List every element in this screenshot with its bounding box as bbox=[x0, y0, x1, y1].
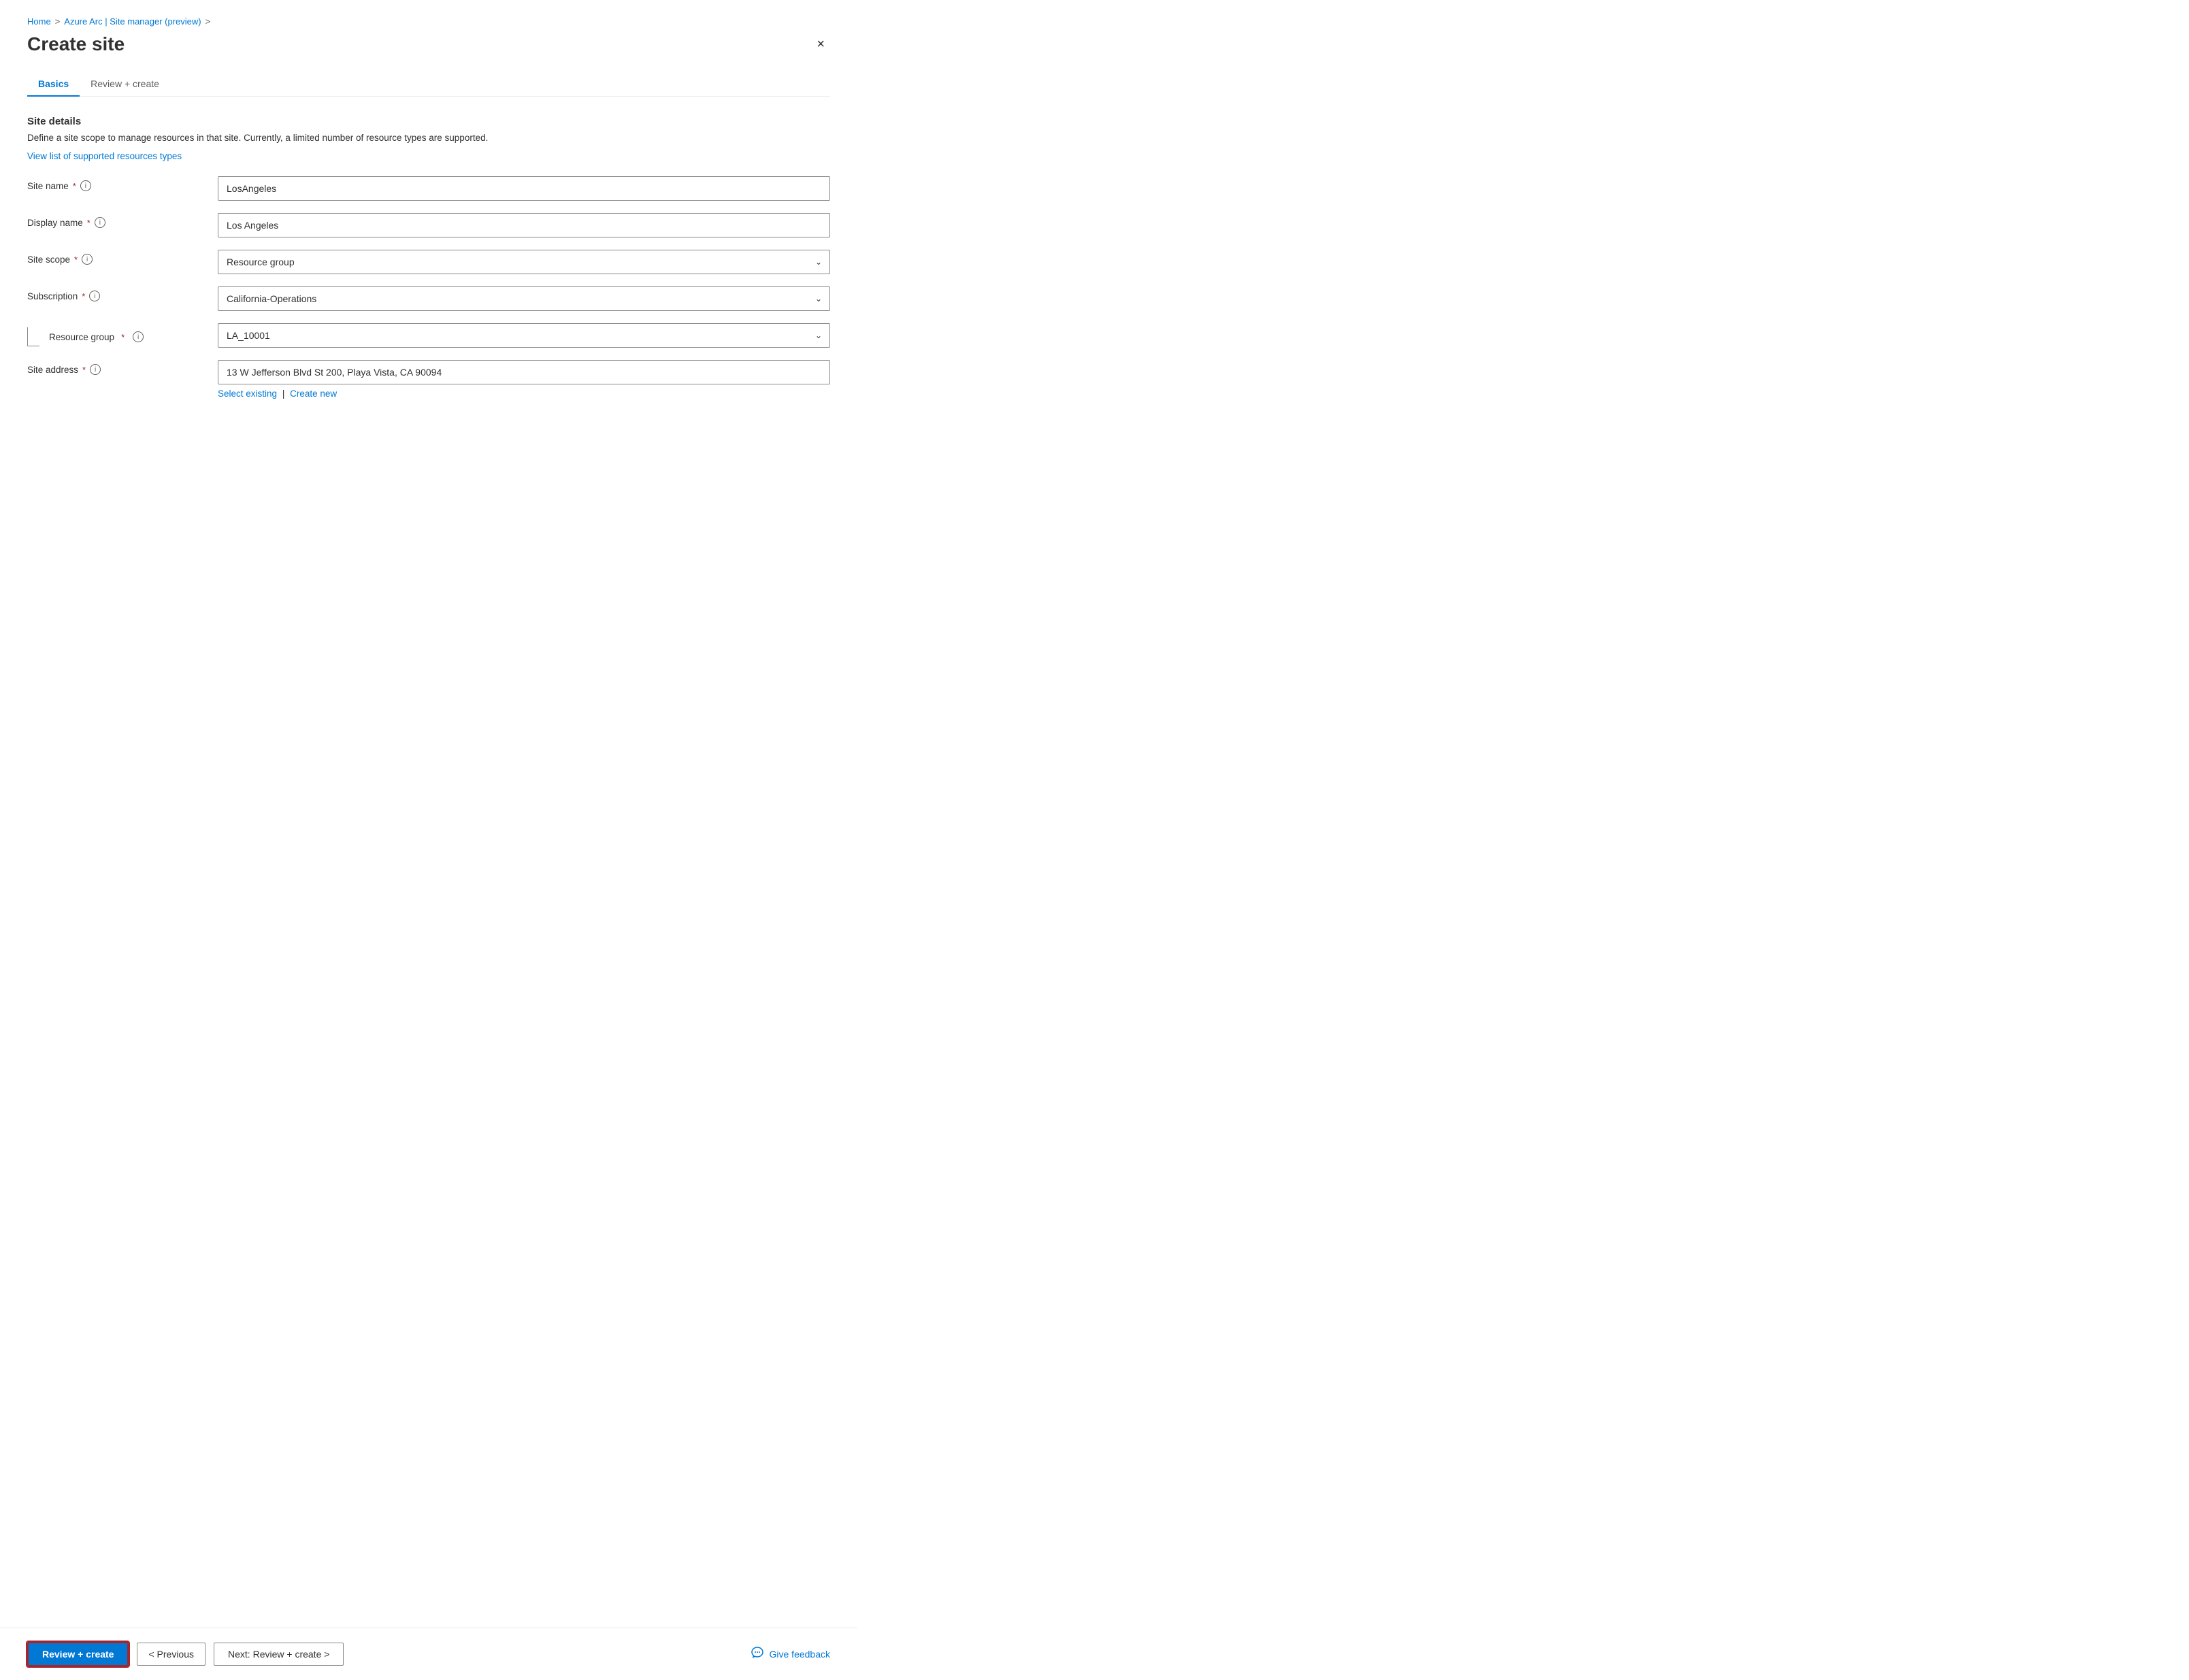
site-name-label: Site name bbox=[27, 181, 69, 191]
site-scope-select[interactable]: Resource group bbox=[218, 250, 830, 274]
resource-group-select-wrapper: LA_10001 ⌄ bbox=[218, 323, 830, 348]
display-name-required: * bbox=[87, 218, 90, 228]
site-address-input[interactable] bbox=[218, 360, 830, 384]
subscription-select[interactable]: California-Operations bbox=[218, 286, 830, 311]
field-resource-group: Resource group * i LA_10001 ⌄ bbox=[27, 323, 830, 348]
site-scope-label: Site scope bbox=[27, 254, 70, 265]
site-scope-select-wrapper: Resource group ⌄ bbox=[218, 250, 830, 274]
field-site-scope: Site scope * i Resource group ⌄ bbox=[27, 250, 830, 274]
tab-review-create[interactable]: Review + create bbox=[80, 71, 170, 96]
site-name-input[interactable] bbox=[218, 176, 830, 201]
page-title: Create site bbox=[27, 33, 125, 55]
field-subscription: Subscription * i California-Operations ⌄ bbox=[27, 286, 830, 311]
site-form: Site name * i Display name * i Site scop… bbox=[27, 176, 830, 399]
site-details-section: Site details Define a site scope to mana… bbox=[27, 116, 830, 161]
next-button[interactable]: Next: Review + create > bbox=[214, 1643, 344, 1666]
footer: Review + create < Previous Next: Review … bbox=[0, 1628, 857, 1680]
display-name-input[interactable] bbox=[218, 213, 830, 237]
indent-line bbox=[27, 327, 39, 346]
site-name-info-icon[interactable]: i bbox=[80, 180, 91, 191]
site-scope-required: * bbox=[74, 254, 78, 265]
close-button[interactable]: × bbox=[811, 34, 830, 55]
subscription-info-icon[interactable]: i bbox=[89, 291, 100, 301]
section-description: Define a site scope to manage resources … bbox=[27, 131, 830, 145]
select-existing-link[interactable]: Select existing bbox=[218, 389, 277, 399]
display-name-info-icon[interactable]: i bbox=[95, 217, 105, 228]
field-site-address: Site address * i Select existing | Creat… bbox=[27, 360, 830, 399]
site-name-required: * bbox=[73, 181, 76, 191]
subscription-required: * bbox=[82, 291, 85, 301]
subscription-label: Subscription bbox=[27, 291, 78, 301]
breadcrumb-sep1: > bbox=[55, 16, 61, 27]
resource-group-select[interactable]: LA_10001 bbox=[218, 323, 830, 348]
resource-group-info-icon[interactable]: i bbox=[133, 331, 144, 342]
review-create-button[interactable]: Review + create bbox=[27, 1642, 129, 1666]
site-address-info-icon[interactable]: i bbox=[90, 364, 101, 375]
address-links: Select existing | Create new bbox=[218, 389, 830, 399]
section-title: Site details bbox=[27, 116, 830, 127]
site-scope-info-icon[interactable]: i bbox=[82, 254, 93, 265]
give-feedback-link[interactable]: Give feedback bbox=[751, 1646, 831, 1663]
create-new-link[interactable]: Create new bbox=[290, 389, 337, 399]
tabs-container: Basics Review + create bbox=[27, 71, 830, 97]
supported-resources-link[interactable]: View list of supported resources types bbox=[27, 151, 182, 161]
tab-basics[interactable]: Basics bbox=[27, 71, 80, 96]
resource-group-label: Resource group bbox=[49, 332, 114, 342]
display-name-label: Display name bbox=[27, 218, 83, 228]
address-links-separator: | bbox=[282, 389, 287, 399]
field-site-name: Site name * i bbox=[27, 176, 830, 201]
give-feedback-label: Give feedback bbox=[770, 1649, 831, 1660]
breadcrumb-sep2: > bbox=[205, 16, 211, 27]
page-title-row: Create site × bbox=[27, 33, 830, 55]
breadcrumb: Home > Azure Arc | Site manager (preview… bbox=[27, 16, 830, 27]
subscription-select-wrapper: California-Operations ⌄ bbox=[218, 286, 830, 311]
site-address-required: * bbox=[82, 365, 86, 375]
field-display-name: Display name * i bbox=[27, 213, 830, 237]
resource-group-required: * bbox=[121, 332, 125, 342]
previous-button[interactable]: < Previous bbox=[137, 1643, 205, 1666]
feedback-icon bbox=[751, 1646, 764, 1663]
breadcrumb-home[interactable]: Home bbox=[27, 16, 51, 27]
breadcrumb-arc[interactable]: Azure Arc | Site manager (preview) bbox=[64, 16, 201, 27]
site-address-label: Site address bbox=[27, 365, 78, 375]
